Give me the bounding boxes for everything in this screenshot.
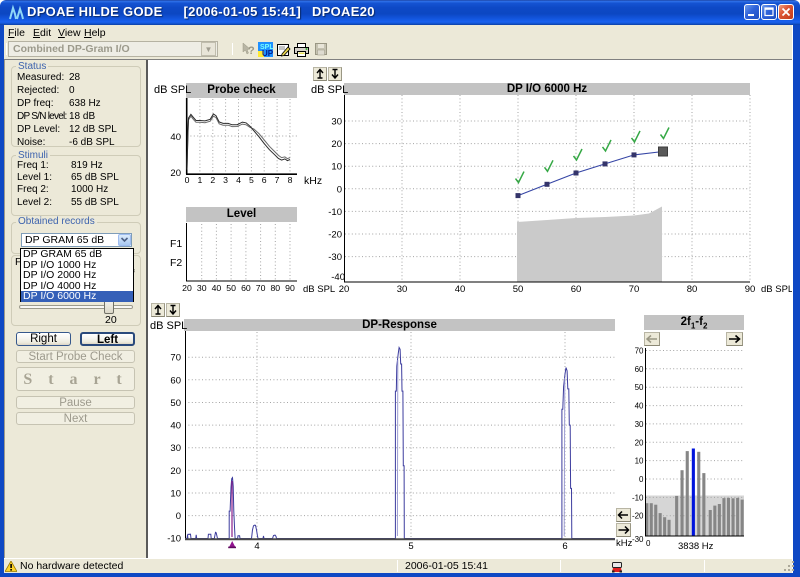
svg-text:20: 20	[331, 139, 342, 150]
svg-text:40: 40	[170, 132, 181, 143]
svg-text:0: 0	[646, 539, 651, 548]
svg-text:90: 90	[285, 283, 295, 293]
svg-text:-30: -30	[328, 252, 342, 263]
svg-text:-10: -10	[328, 207, 342, 218]
svg-text:20: 20	[339, 284, 350, 295]
svg-text:2: 2	[210, 175, 215, 185]
svg-text:70: 70	[629, 284, 640, 295]
svg-text:30: 30	[635, 420, 644, 429]
svg-text:20: 20	[170, 168, 181, 179]
svg-text:90: 90	[745, 284, 756, 295]
svg-text:70: 70	[635, 347, 644, 356]
svg-text:5: 5	[408, 541, 413, 552]
svg-text:dB SPL: dB SPL	[761, 284, 792, 295]
svg-text:20: 20	[170, 466, 181, 477]
svg-text:UP: UP	[262, 49, 274, 58]
svg-text:60: 60	[241, 283, 251, 293]
svg-text:0: 0	[639, 475, 644, 484]
svg-text:10: 10	[331, 162, 342, 173]
svg-text:-30: -30	[632, 535, 644, 544]
svg-text:10: 10	[170, 489, 181, 500]
svg-text:20: 20	[182, 283, 192, 293]
svg-text:30: 30	[170, 443, 181, 454]
svg-text:40: 40	[212, 283, 222, 293]
svg-text:30: 30	[197, 283, 207, 293]
svg-text:40: 40	[635, 402, 644, 411]
svg-text:50: 50	[226, 283, 236, 293]
svg-text:0: 0	[185, 175, 190, 185]
svg-text:30: 30	[397, 284, 408, 295]
svg-text:dB SPL: dB SPL	[303, 284, 335, 295]
svg-text:40: 40	[170, 421, 181, 432]
svg-text:3838 Hz: 3838 Hz	[678, 541, 714, 552]
svg-text:6: 6	[262, 175, 267, 185]
svg-text:50: 50	[170, 398, 181, 409]
svg-text:4: 4	[236, 175, 241, 185]
svg-text:20: 20	[635, 438, 644, 447]
svg-text:1: 1	[197, 175, 202, 185]
svg-text:-20: -20	[632, 512, 644, 521]
svg-text:0: 0	[176, 511, 181, 522]
svg-text:kHz: kHz	[616, 538, 633, 549]
svg-text:0: 0	[337, 184, 342, 195]
svg-text:70: 70	[170, 353, 181, 364]
svg-text:3: 3	[223, 175, 228, 185]
svg-text:30: 30	[331, 117, 342, 128]
svg-text:60: 60	[635, 365, 644, 374]
svg-text:50: 50	[635, 383, 644, 392]
svg-text:F1: F1	[170, 238, 182, 250]
svg-text:60: 60	[170, 375, 181, 386]
svg-text:6: 6	[562, 541, 567, 552]
svg-text:?: ?	[248, 45, 255, 57]
svg-text:-10: -10	[167, 534, 181, 545]
svg-text:F2: F2	[170, 257, 182, 269]
svg-text:7: 7	[275, 175, 280, 185]
svg-text:80: 80	[270, 283, 280, 293]
svg-text:4: 4	[254, 541, 259, 552]
svg-text:kHz: kHz	[304, 175, 322, 187]
svg-text:60: 60	[571, 284, 582, 295]
svg-text:-40: -40	[331, 272, 345, 283]
svg-text:-20: -20	[328, 230, 342, 241]
svg-text:80: 80	[687, 284, 698, 295]
svg-text:10: 10	[635, 457, 644, 466]
svg-text:-10: -10	[632, 493, 644, 502]
svg-text:8: 8	[288, 175, 293, 185]
svg-text:5: 5	[249, 175, 254, 185]
svg-text:40: 40	[455, 284, 466, 295]
svg-text:50: 50	[513, 284, 524, 295]
svg-text:70: 70	[256, 283, 266, 293]
